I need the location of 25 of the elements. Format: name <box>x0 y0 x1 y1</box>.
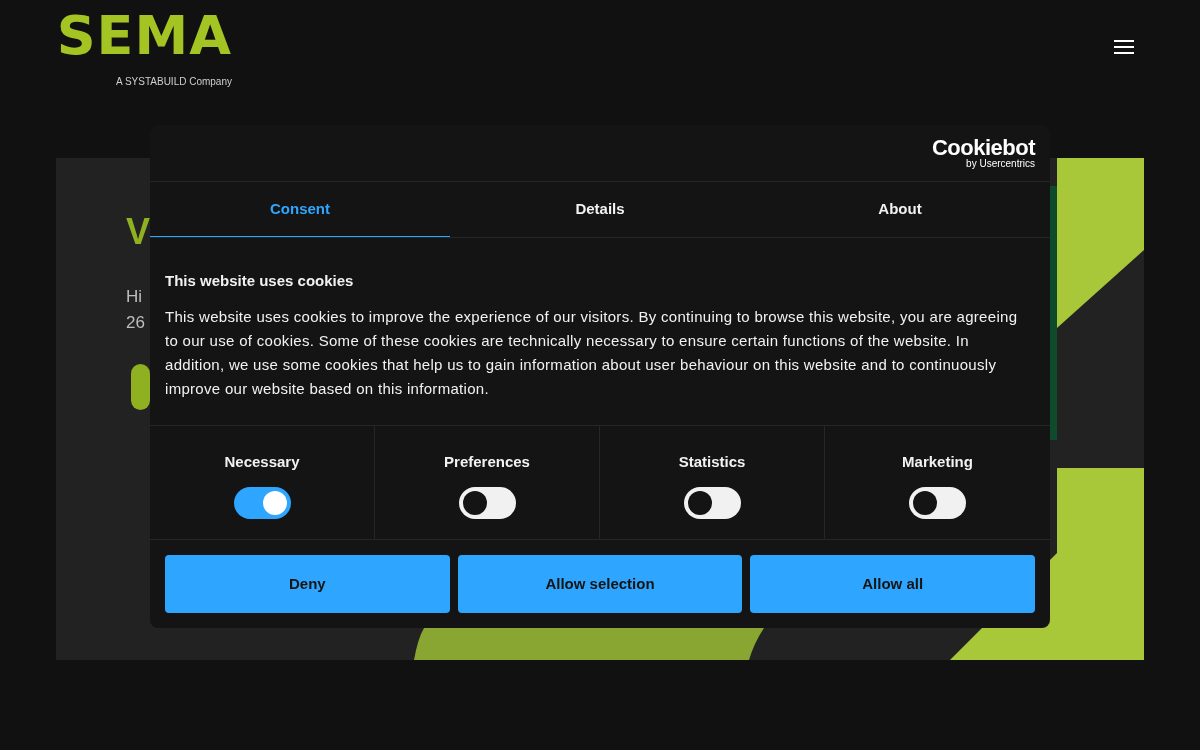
toggle-switch[interactable] <box>458 486 516 519</box>
dialog-tab[interactable]: Consent <box>150 182 450 237</box>
toggle-switch[interactable] <box>909 486 966 519</box>
brand-subtitle: by Usercentrics <box>966 159 1035 169</box>
dialog-tab[interactable]: Details <box>450 182 750 237</box>
consent-button[interactable]: Allow selection <box>457 555 743 613</box>
logo[interactable]: SEMA <box>56 10 232 62</box>
hero-text: Hi <box>126 286 143 308</box>
category-label: Preferences <box>444 452 530 472</box>
hero-button-shape[interactable] <box>131 364 150 410</box>
dialog-title: This website uses cookies <box>165 271 355 291</box>
menu-icon[interactable] <box>1114 40 1134 54</box>
consent-button[interactable]: Deny <box>165 555 450 613</box>
hero-heading: V <box>126 210 151 254</box>
hero-text: 26 <box>126 312 145 334</box>
category-label: Marketing <box>902 452 973 472</box>
toggle-switch[interactable] <box>233 486 291 519</box>
consent-button[interactable]: Allow all <box>750 555 1035 613</box>
toggle-switch[interactable] <box>683 486 741 519</box>
brand-name: Cookiebot <box>931 137 1035 159</box>
category-label: Necessary <box>224 452 300 472</box>
logo-tagline: A SYSTABUILD Company <box>116 75 232 89</box>
dialog-tab[interactable]: About <box>750 182 1050 237</box>
category-label: Statistics <box>678 452 746 472</box>
dialog-body-text: This website uses cookies to improve the experience of our visitors. By continuing to browse this website, you are agreeing to our use of cookies. Some of these cookies are technically necessary to ensure certain functions of the website. In addition, we use some cookies that help us to gain information about user behaviour on this website and to continuously improve our website based on this information. <box>165 306 1019 399</box>
